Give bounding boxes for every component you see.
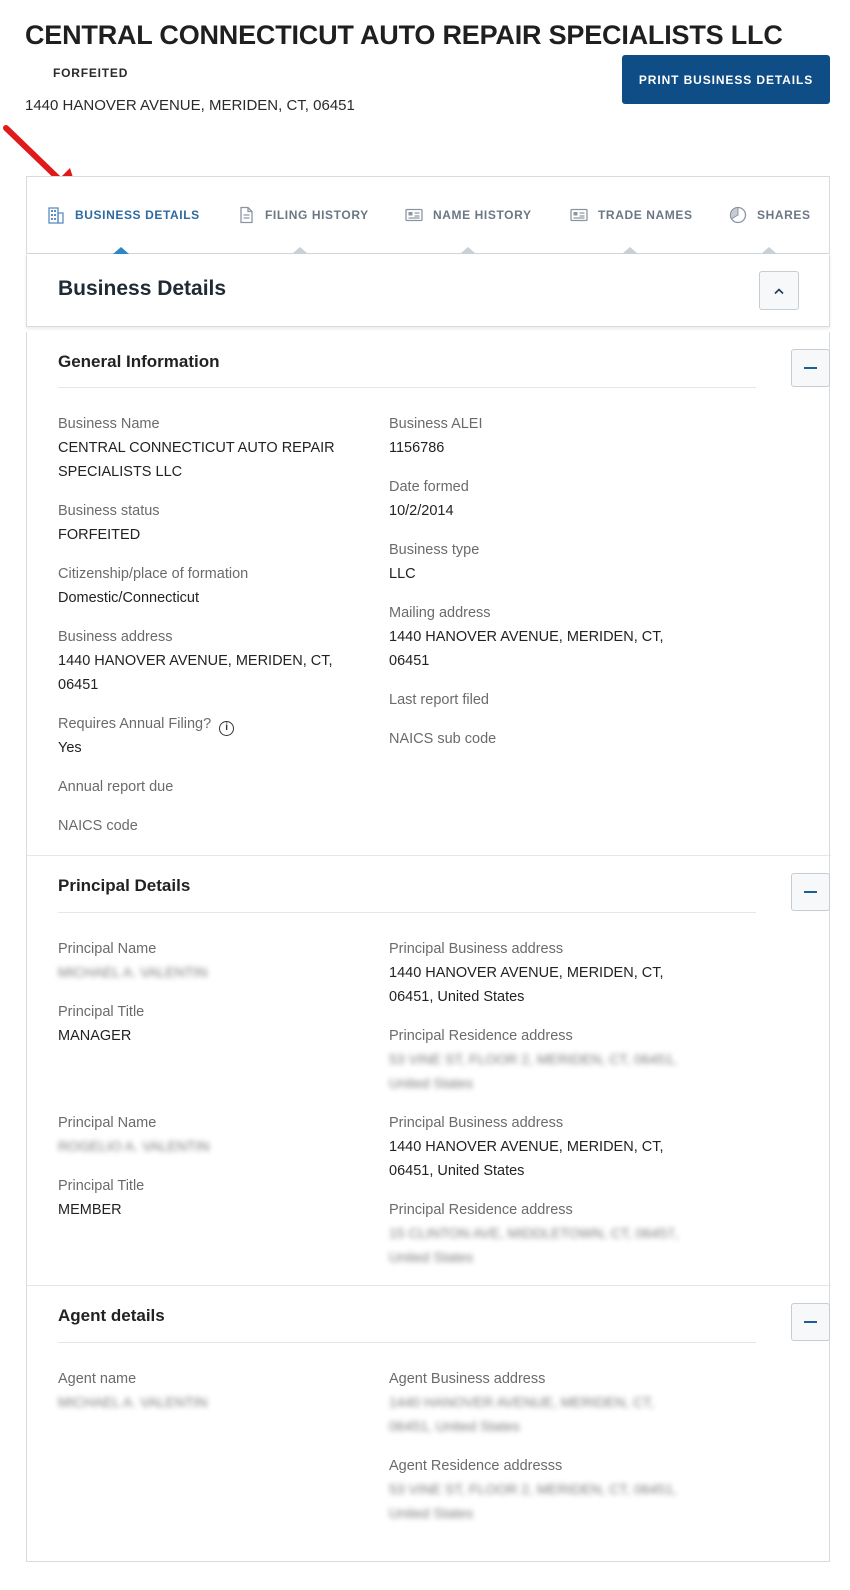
- field-label: Principal Residence address: [389, 1028, 573, 1044]
- business-name-value: SPECIALISTS LLC: [58, 464, 183, 480]
- field-label: Principal Title: [58, 1178, 145, 1194]
- divider: [58, 387, 756, 388]
- minus-icon: [804, 891, 817, 893]
- business-address-value: 06451: [58, 677, 99, 693]
- tab-business-details[interactable]: BUSINESS DETAILS: [47, 177, 200, 254]
- field-label: Business status: [58, 503, 160, 519]
- info-icon[interactable]: i: [219, 721, 235, 736]
- general-information-title: General Information: [58, 352, 220, 371]
- section-divider: [27, 1285, 831, 1286]
- field-label: Principal Name: [58, 941, 157, 957]
- field-label: NAICS sub code: [389, 731, 497, 747]
- field-label: Business address: [58, 629, 173, 645]
- tab-label: BUSINESS DETAILS: [75, 208, 200, 222]
- header-address: 1440 HANOVER AVENUE, MERIDEN, CT, 06451: [25, 97, 355, 114]
- requires-annual-label: Requires Annual Filing?: [58, 716, 212, 732]
- pie-chart-icon: [729, 206, 747, 224]
- section-divider: [27, 855, 831, 856]
- tab-caret: [460, 247, 476, 254]
- agent-details-title: Agent details: [58, 1306, 165, 1325]
- tab-name-history[interactable]: NAME HISTORY: [405, 177, 532, 254]
- mailing-address-value: 1440 HANOVER AVENUE, MERIDEN, CT,: [389, 629, 664, 645]
- tab-shares[interactable]: SHARES: [729, 177, 811, 254]
- divider: [58, 912, 756, 913]
- print-business-details-button[interactable]: PRINT BUSINESS DETAILS: [622, 55, 830, 104]
- principal-title-value: MEMBER: [58, 1202, 122, 1218]
- agent-residence-value: 53 VINE ST, FLOOR 2, MERIDEN, CT, 06451,: [389, 1481, 677, 1497]
- principal-name-value: ROGELIO A. VALENTIN: [58, 1138, 210, 1154]
- date-formed-value: 10/2/2014: [389, 503, 454, 519]
- field-label: Principal Residence address: [389, 1202, 573, 1218]
- page-title: CENTRAL CONNECTICUT AUTO REPAIR SPECIALI…: [25, 20, 783, 50]
- collapse-general-button[interactable]: [791, 349, 830, 387]
- field-label: Annual report due: [58, 779, 174, 795]
- principal-residence-value: United States: [389, 1075, 474, 1091]
- field-label: Principal Title: [58, 1004, 145, 1020]
- field-label: Agent Business address: [389, 1371, 546, 1387]
- field-label: Business Name: [58, 416, 160, 432]
- id-card-icon: [405, 208, 423, 222]
- document-icon: [240, 206, 253, 224]
- principal-business-address-value: 1440 HANOVER AVENUE, MERIDEN, CT,: [389, 965, 664, 981]
- tab-caret: [761, 247, 777, 254]
- business-address-value: 1440 HANOVER AVENUE, MERIDEN, CT,: [58, 653, 333, 669]
- section-title: Business Details: [58, 277, 227, 300]
- collapse-agent-button[interactable]: [791, 1303, 830, 1341]
- field-label: Principal Business address: [389, 1115, 564, 1131]
- id-card-icon: [570, 208, 588, 222]
- minus-icon: [804, 367, 817, 369]
- business-status-value: FORFEITED: [58, 527, 141, 543]
- field-label: Mailing address: [389, 605, 491, 621]
- agent-residence-value: United States: [389, 1505, 474, 1521]
- requires-annual-value: Yes: [58, 740, 82, 756]
- business-type-value: LLC: [389, 566, 416, 582]
- building-icon: [48, 207, 64, 224]
- field-label: Business type: [389, 542, 480, 558]
- field-label: Requires Annual Filing? i: [58, 716, 235, 736]
- tab-label: FILING HISTORY: [265, 208, 369, 222]
- status-badge: FORFEITED: [53, 66, 129, 80]
- mailing-address-value: 06451: [389, 653, 430, 669]
- principal-details-title: Principal Details: [58, 876, 191, 895]
- citizenship-value: Domestic/Connecticut: [58, 590, 200, 606]
- field-label: Agent Residence addresss: [389, 1458, 563, 1474]
- principal-business-address-value: 06451, United States: [389, 1163, 525, 1179]
- collapse-section-button[interactable]: [759, 271, 799, 310]
- divider: [58, 1342, 756, 1343]
- chevron-up-icon: [774, 287, 784, 294]
- principal-residence-value: United States: [389, 1249, 474, 1265]
- field-label: Last report filed: [389, 692, 489, 708]
- principal-title-value: MANAGER: [58, 1028, 132, 1044]
- tab-trade-names[interactable]: TRADE NAMES: [570, 177, 693, 254]
- tab-caret: [622, 247, 638, 254]
- principal-business-address-value: 06451, United States: [389, 989, 525, 1005]
- tab-bar: BUSINESS DETAILS FILING HISTORY NAME HIS…: [26, 176, 830, 254]
- principal-business-address-value: 1440 HANOVER AVENUE, MERIDEN, CT,: [389, 1139, 664, 1155]
- principal-residence-value: 15 CLINTON AVE, MIDDLETOWN, CT, 06457,: [389, 1225, 679, 1241]
- tab-label: NAME HISTORY: [433, 208, 532, 222]
- field-label: NAICS code: [58, 818, 138, 834]
- field-label: Date formed: [389, 479, 469, 495]
- principal-name-value: MICHAEL A. VALENTIN: [58, 964, 208, 980]
- tab-filing-history[interactable]: FILING HISTORY: [237, 177, 369, 254]
- business-details-header: Business Details: [26, 255, 830, 327]
- collapse-principals-button[interactable]: [791, 873, 830, 911]
- principal-residence-value: 53 VINE ST, FLOOR 2, MERIDEN, CT, 06451,: [389, 1051, 677, 1067]
- business-name-value: CENTRAL CONNECTICUT AUTO REPAIR: [58, 440, 335, 456]
- field-label: Principal Name: [58, 1115, 157, 1131]
- alei-value: 1156786: [389, 440, 445, 456]
- field-label: Principal Business address: [389, 941, 564, 957]
- agent-business-address-value: 06451, United States: [389, 1418, 520, 1434]
- tab-caret: [292, 247, 308, 254]
- agent-name-value: MICHAEL A. VALENTIN: [58, 1394, 208, 1410]
- tab-label: SHARES: [757, 208, 811, 222]
- business-details-card: General Information Business Name CENTRA…: [26, 332, 831, 1562]
- field-label: Citizenship/place of formation: [58, 566, 249, 582]
- tab-label: TRADE NAMES: [598, 208, 693, 222]
- agent-business-address-value: 1440 HANOVER AVENUE, MERIDEN, CT,: [389, 1394, 655, 1410]
- tab-caret: [113, 247, 129, 254]
- field-label: Agent name: [58, 1371, 137, 1387]
- field-label: Business ALEI: [389, 416, 483, 432]
- minus-icon: [804, 1321, 817, 1323]
